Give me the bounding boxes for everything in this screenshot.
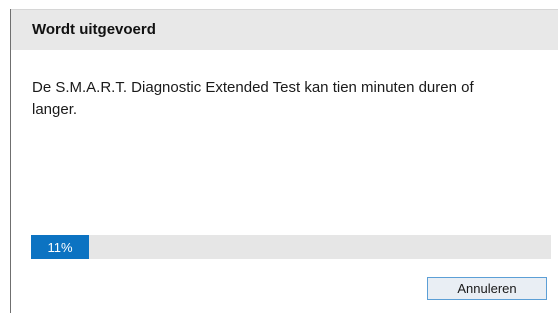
cancel-button[interactable]: Annuleren <box>427 277 547 300</box>
background-edge <box>0 0 558 9</box>
dialog-title: Wordt uitgevoerd <box>32 21 156 38</box>
progress-label: 11% <box>47 239 73 255</box>
progress-bar: 11% <box>31 235 551 259</box>
progress-dialog: Wordt uitgevoerd De S.M.A.R.T. Diagnosti… <box>11 9 558 313</box>
dialog-titlebar: Wordt uitgevoerd <box>11 9 558 50</box>
progress-fill: 11% <box>31 235 89 259</box>
dialog-message: De S.M.A.R.T. Diagnostic Extended Test k… <box>32 79 474 118</box>
